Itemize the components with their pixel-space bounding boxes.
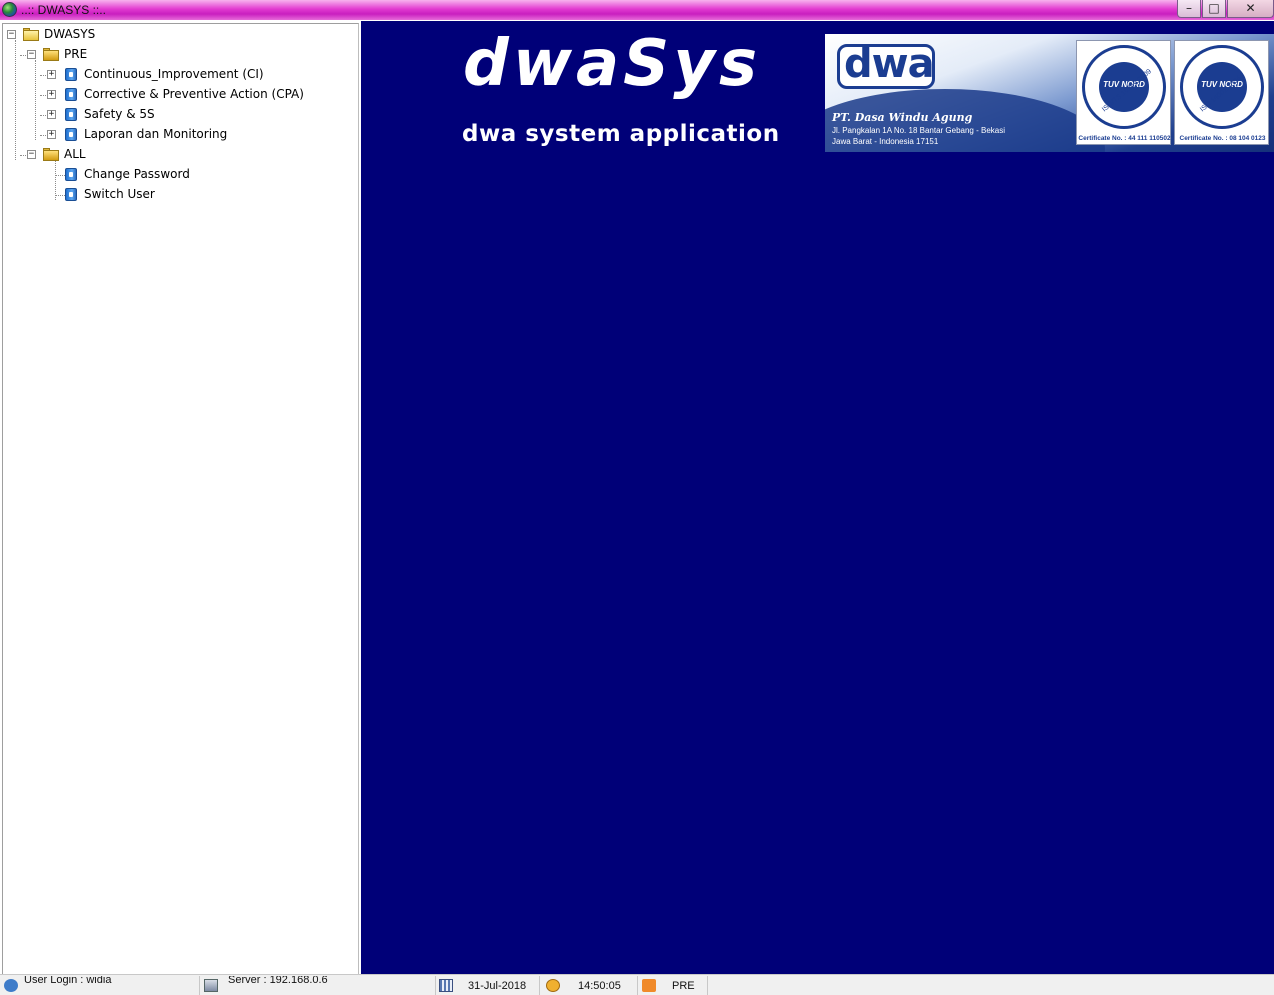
status-user-panel: User Login : widia — [0, 976, 200, 995]
collapse-toggle[interactable]: − — [7, 30, 16, 39]
certificate-number: Certificate No. : 44 111 110502 — [1078, 135, 1171, 142]
tree-item-all[interactable]: ALL — [64, 147, 86, 161]
tree-item-dwasys[interactable]: DWASYS — [44, 27, 95, 41]
module-icon — [65, 108, 77, 121]
title-bar: ..:: DWASYS ::.. – □ ✕ — [0, 0, 1274, 20]
expand-toggle[interactable]: + — [47, 90, 56, 99]
calendar-icon — [439, 979, 453, 992]
certificate-badge: TUV NORD ISO/TS 16949:2009 Certificate N… — [1076, 40, 1171, 145]
company-logo: dwa — [837, 41, 935, 89]
maximize-button[interactable]: □ — [1202, 0, 1226, 18]
tree-item-safety-5s[interactable]: Safety & 5S — [84, 107, 155, 121]
folder-icon — [23, 28, 39, 41]
status-server-panel: Server : 192.168.0.6 — [200, 976, 436, 995]
status-server: Server : 192.168.0.6 — [228, 976, 328, 986]
status-time-panel: 14:50:05 — [540, 976, 638, 995]
status-plant-panel: PRE — [638, 976, 708, 995]
tree-item-laporan-monitoring[interactable]: Laporan dan Monitoring — [84, 127, 227, 141]
window-title: ..:: DWASYS ::.. — [21, 3, 106, 17]
module-icon — [65, 128, 77, 141]
company-logo-text: dwa — [844, 41, 935, 87]
minimize-button[interactable]: – — [1177, 0, 1201, 18]
tree-connector — [55, 195, 65, 196]
tree-connector — [55, 175, 65, 176]
user-icon — [4, 979, 18, 992]
tuv-seal-icon: TUV NORD ISO 14001:2004 — [1180, 45, 1264, 129]
collapse-toggle[interactable]: − — [27, 150, 36, 159]
company-name: PT. Dasa Windu Agung — [832, 111, 973, 124]
clock-icon — [546, 979, 560, 992]
tree-connector — [15, 40, 16, 160]
certificate-number: Certificate No. : 08 104 0123 — [1179, 135, 1266, 142]
status-user: User Login : widia — [24, 976, 112, 986]
main-workspace: dwaSys dwa system application dwa PT. Da… — [361, 21, 1274, 974]
certificate-badge: TUV NORD ISO 14001:2004 Certificate No. … — [1174, 40, 1269, 145]
status-date-panel: 31-Jul-2018 — [436, 976, 540, 995]
status-time: 14:50:05 — [578, 980, 621, 992]
folder-open-icon — [43, 48, 59, 61]
module-icon — [65, 188, 77, 201]
status-bar: User Login : widia Server : 192.168.0.6 … — [0, 974, 1274, 995]
module-icon — [65, 68, 77, 81]
collapse-toggle[interactable]: − — [27, 50, 36, 59]
module-icon — [65, 168, 77, 181]
app-globe-icon[interactable] — [2, 2, 17, 17]
status-date: 31-Jul-2018 — [468, 980, 527, 992]
expand-toggle[interactable]: + — [47, 110, 56, 119]
company-address-line1: Jl. Pangkalan 1A No. 18 Bantar Gebang - … — [832, 126, 1005, 135]
tuv-seal-icon: TUV NORD ISO/TS 16949:2009 — [1082, 45, 1166, 129]
module-icon — [65, 88, 77, 101]
company-banner: dwa PT. Dasa Windu Agung Jl. Pangkalan 1… — [825, 34, 1274, 152]
status-plant: PRE — [672, 980, 695, 992]
server-icon — [204, 979, 218, 992]
tree-item-pre[interactable]: PRE — [64, 47, 87, 61]
tree-connector — [55, 160, 56, 200]
folder-open-icon — [43, 148, 59, 161]
feed-icon — [642, 979, 656, 992]
tree-item-continuous-improvement[interactable]: Continuous_Improvement (CI) — [84, 67, 264, 81]
expand-toggle[interactable]: + — [47, 130, 56, 139]
navigation-tree[interactable]: − DWASYS − PRE + Continuous_Improvement … — [2, 23, 359, 982]
tree-item-corrective-preventive-action[interactable]: Corrective & Preventive Action (CPA) — [84, 87, 304, 101]
app-logo-subtitle: dwa system application — [462, 121, 780, 147]
tree-item-switch-user[interactable]: Switch User — [84, 187, 155, 201]
close-button[interactable]: ✕ — [1227, 0, 1274, 18]
tree-item-change-password[interactable]: Change Password — [84, 167, 190, 181]
tree-connector — [35, 60, 36, 140]
company-address-line2: Jawa Barat - Indonesia 17151 — [832, 137, 939, 146]
expand-toggle[interactable]: + — [47, 70, 56, 79]
app-logo-title: dwaSys — [463, 27, 762, 101]
